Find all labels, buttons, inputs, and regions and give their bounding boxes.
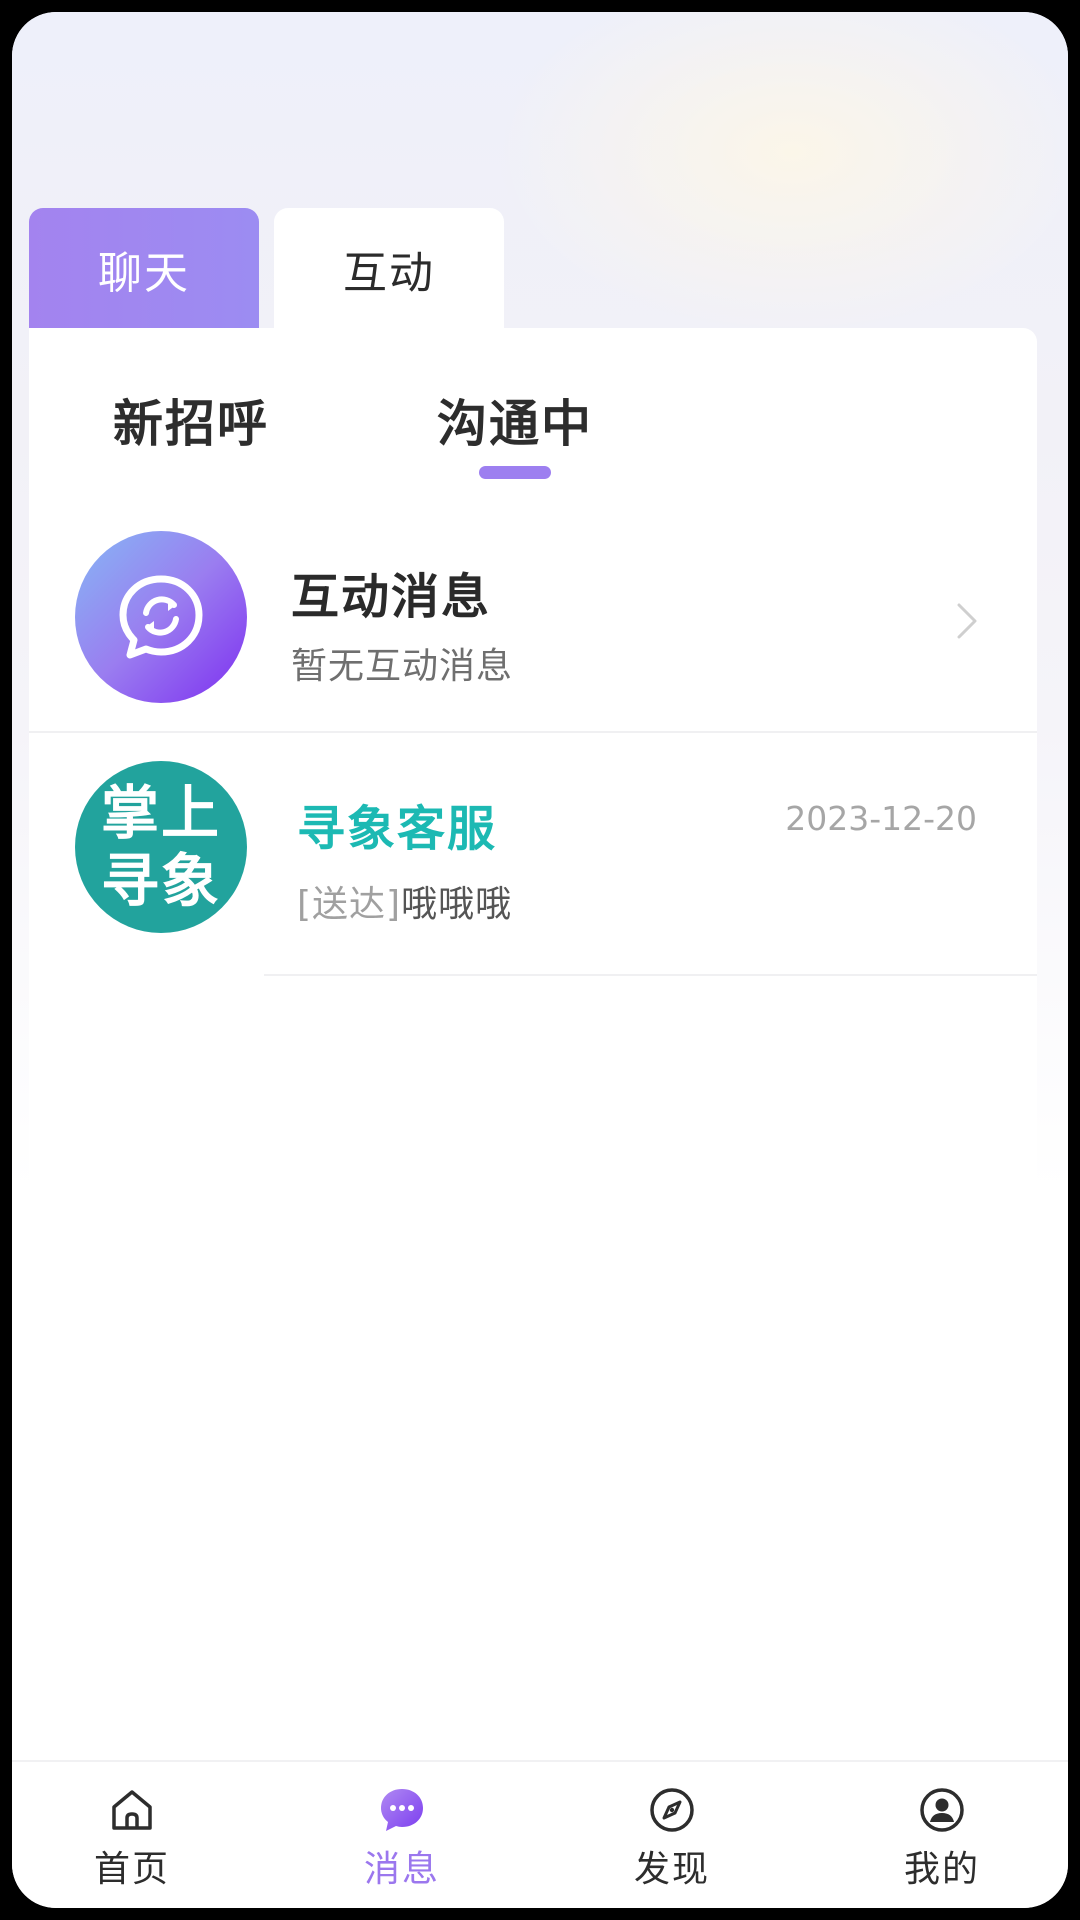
row-divider xyxy=(264,974,1037,976)
chevron-right-icon xyxy=(957,603,977,639)
nav-home[interactable]: 首页 xyxy=(32,1762,232,1908)
nav-messages[interactable]: 消息 xyxy=(302,1762,502,1908)
app-screen: 聊天 互动 新招呼 沟通中 互动消息 暂无互动消息 掌上 寻象 寻象客服 202… xyxy=(12,12,1068,1908)
message-card: 新招呼 沟通中 互动消息 暂无互动消息 掌上 寻象 寻象客服 2023-12-2… xyxy=(29,328,1037,1428)
delivery-status: [送达] xyxy=(297,884,402,925)
message-icon xyxy=(381,1789,423,1831)
interaction-avatar xyxy=(75,531,247,703)
tab-interact[interactable]: 互动 xyxy=(274,208,504,330)
interaction-messages-row[interactable]: 互动消息 暂无互动消息 xyxy=(29,503,1037,733)
compass-icon xyxy=(650,1788,694,1832)
service-logo: 掌上 寻象 xyxy=(91,779,231,915)
conversation-preview: [送达]哦哦哦 xyxy=(297,875,512,927)
nav-discover[interactable]: 发现 xyxy=(572,1762,772,1908)
bottom-navigation: 首页 消息 发现 我的 xyxy=(12,1760,1068,1908)
home-icon xyxy=(112,1790,152,1830)
subtab-new-greetings[interactable]: 新招呼 xyxy=(113,384,269,456)
nav-messages-label: 消息 xyxy=(363,1849,440,1890)
tab-interact-label: 互动 xyxy=(343,248,435,299)
nav-mine[interactable]: 我的 xyxy=(842,1762,1042,1908)
service-logo-line1: 掌上 xyxy=(100,779,221,847)
nav-mine-label: 我的 xyxy=(903,1849,980,1890)
conversation-name: 寻象客服 xyxy=(297,801,498,857)
subtab-active-indicator xyxy=(479,466,551,479)
interaction-title: 互动消息 xyxy=(291,569,492,625)
conversation-date: 2023-12-20 xyxy=(785,799,977,838)
interaction-subtitle: 暂无互动消息 xyxy=(291,646,514,687)
conversation-row[interactable]: 掌上 寻象 寻象客服 2023-12-20 [送达]哦哦哦 xyxy=(29,733,1037,973)
last-message: 哦哦哦 xyxy=(401,884,513,925)
subtab-in-conversation[interactable]: 沟通中 xyxy=(437,384,593,456)
nav-home-label: 首页 xyxy=(93,1849,170,1890)
customer-service-avatar: 掌上 寻象 xyxy=(75,761,247,933)
nav-discover-label: 发现 xyxy=(633,1849,710,1890)
device-frame: 聊天 互动 新招呼 沟通中 互动消息 暂无互动消息 掌上 寻象 寻象客服 202… xyxy=(0,0,1080,1920)
chat-sync-icon xyxy=(119,575,203,659)
profile-icon xyxy=(920,1788,964,1832)
service-logo-line2: 寻象 xyxy=(100,847,221,915)
tab-chat-label: 聊天 xyxy=(98,248,190,299)
tab-chat[interactable]: 聊天 xyxy=(29,208,259,330)
